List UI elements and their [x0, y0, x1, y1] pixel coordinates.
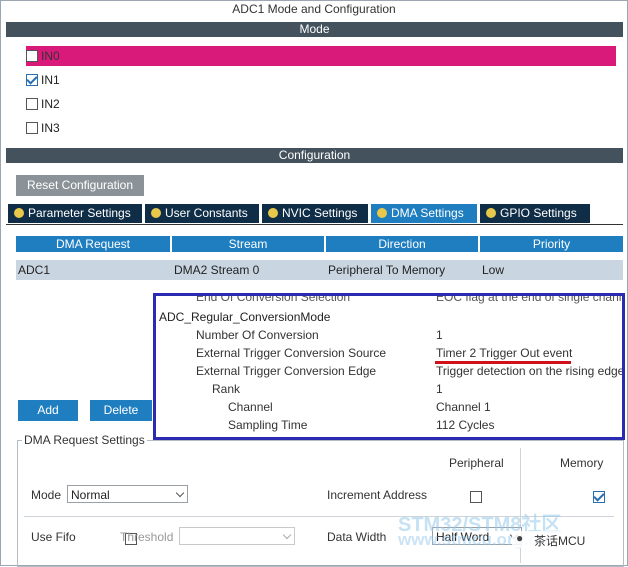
tab-label: Parameter Settings: [28, 206, 131, 220]
checkbox-icon[interactable]: [26, 49, 38, 62]
param-value[interactable]: Channel 1: [436, 400, 491, 414]
channel-row-in2[interactable]: IN2: [26, 94, 616, 114]
param-name: Channel: [228, 400, 273, 414]
param-value[interactable]: Trigger detection on the rising edge: [436, 364, 622, 378]
chevron-down-icon: [175, 488, 185, 498]
chevron-down-icon: [282, 530, 292, 540]
checkbox-icon[interactable]: [26, 121, 38, 134]
threshold-label: Threshold: [120, 530, 174, 544]
tab-parameter-settings[interactable]: Parameter Settings: [8, 204, 142, 223]
memory-header: Memory: [560, 456, 604, 470]
channel-row-in3[interactable]: IN3: [26, 118, 616, 138]
peripheral-increment-checkbox[interactable]: [470, 490, 482, 503]
tab-user-constants[interactable]: User Constants: [145, 204, 259, 223]
checkbox-icon[interactable]: [26, 97, 38, 110]
mode-select-value: Normal: [71, 488, 110, 502]
table-cell-priority: Low: [482, 263, 505, 277]
table-cell-dma-request: ADC1: [18, 263, 51, 277]
param-value: EOC flag at the end of single chann: [436, 293, 625, 304]
channel-label: IN0: [41, 49, 60, 63]
peripheral-header: Peripheral: [449, 456, 504, 470]
param-name: End Of Conversion Selection: [196, 293, 351, 304]
param-name: External Trigger Conversion Edge: [196, 364, 377, 378]
mode-header: Mode: [6, 22, 623, 37]
param-value[interactable]: 1: [436, 382, 443, 396]
configuration-header: Configuration: [6, 148, 623, 163]
column-header-priority[interactable]: Priority: [480, 236, 623, 252]
window-title: ADC1 Mode and Configuration: [232, 2, 396, 16]
table-row[interactable]: [16, 260, 623, 280]
column-header-stream[interactable]: Stream: [172, 236, 324, 252]
channel-row-in0[interactable]: IN0: [26, 46, 616, 66]
tab-label: NVIC Settings: [282, 206, 358, 220]
check-circle-icon: [268, 207, 278, 218]
channel-label: IN2: [41, 97, 60, 111]
memory-increment-checkbox[interactable]: [593, 490, 606, 503]
param-name: Rank: [212, 382, 241, 396]
group-legend: DMA Request Settings: [22, 433, 147, 447]
checkbox-checked-icon[interactable]: [26, 73, 38, 86]
check-circle-icon: [151, 207, 161, 218]
increment-address-label: Increment Address: [327, 488, 428, 502]
tab-nvic-settings[interactable]: NVIC Settings: [262, 204, 368, 223]
param-value[interactable]: 112 Cycles: [436, 418, 494, 432]
threshold-select[interactable]: [179, 527, 295, 545]
channel-row-in1[interactable]: IN1: [26, 70, 616, 90]
check-circle-icon: [486, 207, 496, 218]
add-button[interactable]: Add: [18, 400, 78, 421]
check-circle-icon: [14, 207, 24, 218]
table-cell-direction: Peripheral To Memory: [328, 263, 446, 277]
param-name: Number Of Conversion: [196, 328, 319, 342]
tab-gpio-settings[interactable]: GPIO Settings: [480, 204, 590, 223]
wechat-icon: ●: [516, 531, 524, 545]
param-name: Sampling Time: [228, 418, 308, 432]
reset-configuration-button[interactable]: Reset Configuration: [16, 175, 144, 196]
config-tabs: Parameter Settings User Constants NVIC S…: [6, 204, 623, 225]
watermark-badge: 茶话MCU: [534, 534, 586, 548]
channel-label: IN1: [41, 73, 60, 87]
column-header-direction[interactable]: Direction: [326, 236, 478, 252]
delete-button[interactable]: Delete: [90, 400, 152, 421]
mode-select[interactable]: Normal: [67, 485, 188, 503]
column-header-dma-request[interactable]: DMA Request: [16, 236, 170, 252]
param-value-highlighted[interactable]: Timer 2 Trigger Out event: [436, 346, 572, 360]
data-width-label: Data Width: [327, 530, 387, 544]
table-cell-stream: DMA2 Stream 0: [174, 263, 260, 277]
tab-label: User Constants: [165, 206, 248, 220]
tab-label: DMA Settings: [391, 206, 464, 220]
check-circle-icon: [377, 207, 387, 218]
channel-label: IN3: [41, 121, 60, 135]
param-name: External Trigger Conversion Source: [196, 346, 387, 360]
mode-label: Mode: [31, 488, 62, 502]
tab-label: GPIO Settings: [500, 206, 577, 220]
param-value[interactable]: 1: [436, 328, 443, 342]
use-fifo-label: Use Fifo: [31, 530, 76, 544]
tab-dma-settings[interactable]: DMA Settings: [371, 204, 477, 223]
parameter-overlay: End Of Conversion Selection EOC flag at …: [153, 293, 625, 440]
section-title: ADC_Regular_ConversionMode: [159, 310, 331, 324]
